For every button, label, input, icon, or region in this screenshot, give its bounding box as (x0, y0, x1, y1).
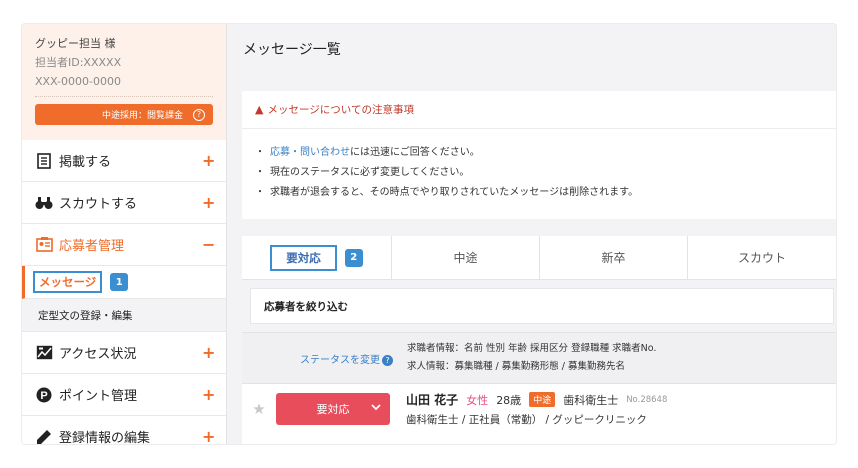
sidebar-item-label: ポイント管理 (59, 389, 138, 404)
status-change-link[interactable]: ステータスを変更? (242, 351, 407, 366)
status-value: 要対応 (316, 403, 350, 416)
warning-icon: ▲ (255, 103, 264, 116)
sidebar-subitem-templates[interactable]: 定型文の登録・編集 (22, 299, 226, 332)
page-title: メッセージ一覧 (243, 42, 341, 58)
sidebar-item-points[interactable]: P ポイント管理 + (22, 374, 226, 416)
filter-applicants-button[interactable]: 応募者を絞り込む (250, 288, 834, 324)
expand-icon[interactable]: + (202, 193, 215, 212)
notice-text: には迅速にご回答ください。 (350, 147, 480, 158)
sidebar-item-label: スカウトする (59, 197, 138, 212)
star-icon[interactable]: ★ (242, 400, 276, 418)
table-row[interactable]: ★ 要対応 山田 花子 女性 28歳 中途 歯科衛生士 No.28648 歯科衛… (242, 384, 836, 434)
pen-icon (35, 428, 53, 445)
status-change-label: ステータスを変更 (300, 354, 380, 366)
sidebar-item-access[interactable]: アクセス状況 + (22, 332, 226, 374)
notice-text: 現在のステータスに必ず変更してください。 (270, 167, 470, 178)
count-badge: 2 (344, 248, 363, 267)
tab-midcareer[interactable]: 中途 (392, 236, 540, 279)
column-info: 求職者情報：名前 性別 年齢 採用区分 登録職種 求職者No. 求人情報：募集職… (407, 340, 656, 376)
tab-label: 要対応 (270, 244, 337, 271)
notice-box: ▲ メッセージについての注意事項 ・応募・問い合わせには迅速にご回答ください。 … (242, 91, 836, 219)
app-window: グッピー担当 様 担当者ID:XXXXX XXX-0000-0000 中途採用：… (22, 24, 836, 444)
seeker-info-header: 求職者情報：名前 性別 年齢 採用区分 登録職種 求職者No. (407, 343, 657, 354)
account-panel: グッピー担当 様 担当者ID:XXXXX XXX-0000-0000 中途採用：… (22, 24, 226, 140)
sidebar-item-edit-registration[interactable]: 登録情報の編集 + (22, 416, 226, 444)
job-info-header: 求人情報：募集職種 / 募集勤務形態 / 募集勤務先名 (407, 361, 625, 372)
applicant-name[interactable]: 山田 花子 (406, 391, 458, 408)
sidebar-item-post[interactable]: 掲載する + (22, 140, 226, 182)
collapse-icon[interactable]: − (202, 235, 215, 254)
plan-label: 中途採用：閲覧課金 (101, 111, 183, 121)
notice-item: ・応募・問い合わせには迅速にご回答ください。 (255, 147, 480, 158)
sidebar: グッピー担当 様 担当者ID:XXXXX XXX-0000-0000 中途採用：… (22, 24, 227, 444)
sidebar-item-label: 掲載する (59, 155, 112, 170)
tab-new-graduate[interactable]: 新卒 (540, 236, 688, 279)
applicant-card-icon (35, 236, 53, 254)
expand-icon[interactable]: + (202, 151, 215, 170)
notice-text: 求職者が退会すると、その時点でやり取りされていたメッセージは削除されます。 (270, 187, 639, 198)
expand-icon[interactable]: + (202, 343, 215, 362)
document-icon (35, 152, 53, 170)
tab-action-required[interactable]: 要対応 2 (242, 236, 392, 279)
message-panel: 要対応 2 中途 新卒 スカウト 応募者を絞り込む ステータスを変更? 求職者情… (242, 236, 836, 444)
expand-icon[interactable]: + (202, 427, 215, 444)
inquiry-link[interactable]: 応募・問い合わせ (270, 147, 350, 158)
divider (35, 96, 213, 97)
column-header: ステータスを変更? 求職者情報：名前 性別 年齢 採用区分 登録職種 求職者No… (242, 332, 836, 384)
tab-bar: 要対応 2 中途 新卒 スカウト (242, 236, 836, 280)
applicant-info: 山田 花子 女性 28歳 中途 歯科衛生士 No.28648 歯科衛生士 / 正… (406, 391, 667, 427)
account-name: グッピー担当 様 (35, 37, 116, 50)
help-icon[interactable]: ? (382, 354, 393, 366)
sidebar-subitem-messages[interactable]: メッセージ 1 (22, 266, 226, 299)
count-badge: 1 (110, 273, 129, 291)
hire-type-badge: 中途 (529, 392, 556, 407)
applicant-summary: 山田 花子 女性 28歳 中途 歯科衛生士 No.28648 (406, 391, 667, 408)
help-icon[interactable]: ? (193, 108, 205, 121)
sidebar-subitem-label: メッセージ (33, 271, 103, 293)
notice-header: ▲ メッセージについての注意事項 (242, 91, 836, 129)
binoculars-icon (35, 194, 53, 212)
tab-label: スカウト (737, 251, 786, 265)
sidebar-item-scout[interactable]: スカウトする + (22, 182, 226, 224)
point-icon: P (35, 386, 53, 404)
sidebar-item-label: 応募者管理 (59, 239, 125, 254)
chart-image-icon (35, 344, 53, 362)
staff-id: 担当者ID:XXXXX (35, 56, 122, 69)
job-detail: 歯科衛生士 / 正社員（常勤） / グッピークリニック (406, 414, 647, 426)
applicant-job: 歯科衛生士 (563, 393, 619, 407)
plan-button[interactable]: 中途採用：閲覧課金 ? (35, 104, 213, 125)
svg-text:P: P (40, 390, 47, 402)
status-select[interactable]: 要対応 (276, 393, 390, 425)
sidebar-subitem-label: 定型文の登録・編集 (38, 309, 133, 322)
notice-item: ・求職者が退会すると、その時点でやり取りされていたメッセージは削除されます。 (255, 187, 639, 198)
tab-label: 新卒 (601, 251, 626, 265)
expand-icon[interactable]: + (202, 385, 215, 404)
sidebar-item-label: 登録情報の編集 (59, 431, 151, 444)
tab-scout[interactable]: スカウト (688, 236, 836, 279)
notice-title: メッセージについての注意事項 (267, 104, 414, 116)
applicant-number: No.28648 (626, 394, 668, 405)
phone-number: XXX-0000-0000 (35, 75, 121, 88)
tab-label: 中途 (453, 251, 478, 265)
notice-item: ・現在のステータスに必ず変更してください。 (255, 167, 470, 178)
sidebar-item-label: アクセス状況 (59, 347, 137, 362)
main-content: メッセージ一覧 ▲ メッセージについての注意事項 ・応募・問い合わせには迅速にご… (227, 24, 836, 444)
applicant-age: 28歳 (496, 393, 522, 407)
notice-list: ・応募・問い合わせには迅速にご回答ください。 ・現在のステータスに必ず変更してく… (242, 129, 836, 203)
sidebar-item-applicants[interactable]: 応募者管理 − (22, 224, 226, 266)
chevron-down-icon (371, 401, 381, 414)
applicant-gender: 女性 (466, 393, 489, 407)
filter-wrapper: 応募者を絞り込む (242, 280, 836, 332)
